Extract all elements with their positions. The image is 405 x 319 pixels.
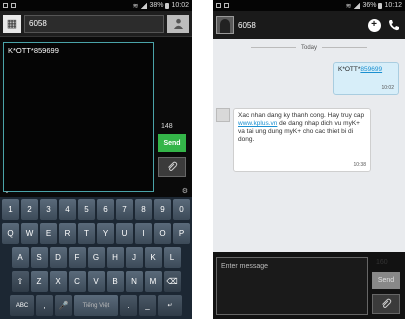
send-button[interactable]: Send	[372, 272, 400, 289]
wifi-icon: ≋	[345, 2, 352, 10]
shift-key[interactable]: ⇧	[11, 271, 29, 292]
letter-key[interactable]: R	[59, 223, 76, 244]
letter-key[interactable]: J	[125, 247, 143, 268]
letter-key[interactable]: X	[49, 271, 67, 292]
char-counter: 160	[376, 259, 388, 266]
number-key[interactable]: 0	[173, 199, 190, 220]
battery-percent: 36%	[362, 2, 377, 9]
letter-key[interactable]: U	[116, 223, 133, 244]
space-key[interactable]: Tiếng Việt	[74, 295, 118, 316]
incoming-message[interactable]: Xac nhan dang ky thanh cong. Hay truy ca…	[233, 108, 371, 172]
number-key[interactable]: 5	[78, 199, 95, 220]
message-time: 10:38	[353, 161, 366, 168]
paperclip-icon[interactable]	[158, 157, 186, 177]
status-bar: ≋ 36% 10:12	[213, 0, 405, 11]
recipient-bar: ▦ 6058	[0, 11, 192, 37]
compose-screen: ≋ 38% 10:02 ▦ 6058 K*OTT*859699 148 Send…	[0, 0, 192, 319]
battery-percent: 38%	[149, 2, 164, 9]
letter-key[interactable]: B	[106, 271, 124, 292]
battery-icon	[165, 2, 170, 9]
signal-icon	[140, 2, 148, 9]
enter-icon[interactable]: ↵	[158, 295, 182, 316]
date-divider: Today	[213, 45, 405, 51]
abc-key[interactable]: ABC	[10, 295, 34, 316]
letter-key[interactable]: F	[68, 247, 86, 268]
outgoing-message[interactable]: K*OTT*859699 10:02	[333, 62, 399, 95]
letter-key[interactable]: T	[78, 223, 95, 244]
number-key[interactable]: 3	[40, 199, 57, 220]
avatar[interactable]	[216, 16, 234, 34]
contact-card-icon[interactable]: ▦	[3, 14, 21, 33]
letter-key[interactable]: O	[154, 223, 171, 244]
message-text: Xac nhan dang ky thanh cong. Hay truy ca…	[238, 112, 365, 119]
number-key[interactable]: 7	[116, 199, 133, 220]
letter-key[interactable]: C	[68, 271, 86, 292]
settings-icon[interactable]: ⚙	[182, 187, 188, 195]
letter-key[interactable]: D	[49, 247, 67, 268]
dash-key[interactable]: _	[139, 295, 156, 316]
message-link[interactable]: www.kplus.vn	[238, 120, 277, 127]
number-key[interactable]: 8	[135, 199, 152, 220]
send-button[interactable]: Send	[158, 134, 186, 152]
notification-icon	[224, 3, 229, 8]
letter-key[interactable]: M	[144, 271, 162, 292]
letter-key[interactable]: Y	[97, 223, 114, 244]
battery-icon	[378, 2, 383, 9]
clock: 10:12	[384, 2, 402, 9]
notification-icon	[3, 3, 8, 8]
number-key[interactable]: 1	[2, 199, 19, 220]
comma-key[interactable]: ,	[36, 295, 53, 316]
wifi-icon: ≋	[132, 2, 139, 10]
letter-key[interactable]: K	[144, 247, 162, 268]
number-key[interactable]: 4	[59, 199, 76, 220]
chevron-down-icon[interactable]: ⌄	[4, 187, 10, 195]
number-key[interactable]: 9	[154, 199, 171, 220]
letter-key[interactable]: V	[87, 271, 105, 292]
conversation-title: 6058	[238, 20, 256, 30]
add-icon[interactable]: +	[366, 17, 382, 33]
char-counter: 148	[161, 123, 173, 130]
message-time: 10:02	[381, 85, 394, 91]
status-bar: ≋ 38% 10:02	[0, 0, 192, 11]
letter-key[interactable]: Z	[30, 271, 48, 292]
keyboard-toolbar: ⌄ ⚙	[0, 185, 192, 197]
incoming-message-row: Xac nhan dang ky thanh cong. Hay truy ca…	[216, 108, 371, 172]
keyboard: 1234567890 QWERTYUIOP ASDFGHJKL ⇧ ZXCVBN…	[0, 197, 192, 319]
letter-key[interactable]: S	[30, 247, 48, 268]
recipient-field[interactable]: 6058	[24, 14, 164, 33]
signal-icon	[353, 2, 361, 9]
letter-key[interactable]: W	[21, 223, 38, 244]
mic-key[interactable]: 🎤	[55, 295, 72, 316]
letter-key[interactable]: N	[125, 271, 143, 292]
phone-icon[interactable]	[386, 17, 402, 33]
sender-avatar[interactable]	[216, 108, 230, 122]
letter-key[interactable]: I	[135, 223, 152, 244]
conversation-header: 6058 +	[213, 11, 405, 39]
letter-key[interactable]: A	[11, 247, 29, 268]
person-icon[interactable]	[167, 14, 189, 33]
message-code-link[interactable]: 859699	[360, 66, 382, 73]
clock: 10:02	[171, 2, 189, 9]
message-input[interactable]: Enter message	[216, 257, 368, 315]
message-input[interactable]: K*OTT*859699	[3, 42, 154, 192]
period-key[interactable]: .	[120, 295, 137, 316]
letter-key[interactable]: P	[173, 223, 190, 244]
letter-key[interactable]: H	[106, 247, 124, 268]
number-key[interactable]: 6	[97, 199, 114, 220]
letter-key[interactable]: Q	[2, 223, 19, 244]
notification-icon	[216, 3, 221, 8]
backspace-icon[interactable]: ⌫	[163, 271, 181, 292]
notification-icon	[11, 3, 16, 8]
number-key[interactable]: 2	[21, 199, 38, 220]
letter-key[interactable]: E	[40, 223, 57, 244]
letter-key[interactable]: G	[87, 247, 105, 268]
letter-key[interactable]: L	[163, 247, 181, 268]
paperclip-icon[interactable]	[372, 294, 400, 314]
conversation-screen: ≋ 36% 10:12 6058 + Today K*OTT*859699 10…	[213, 0, 405, 319]
message-text: K*OTT*	[338, 66, 361, 73]
